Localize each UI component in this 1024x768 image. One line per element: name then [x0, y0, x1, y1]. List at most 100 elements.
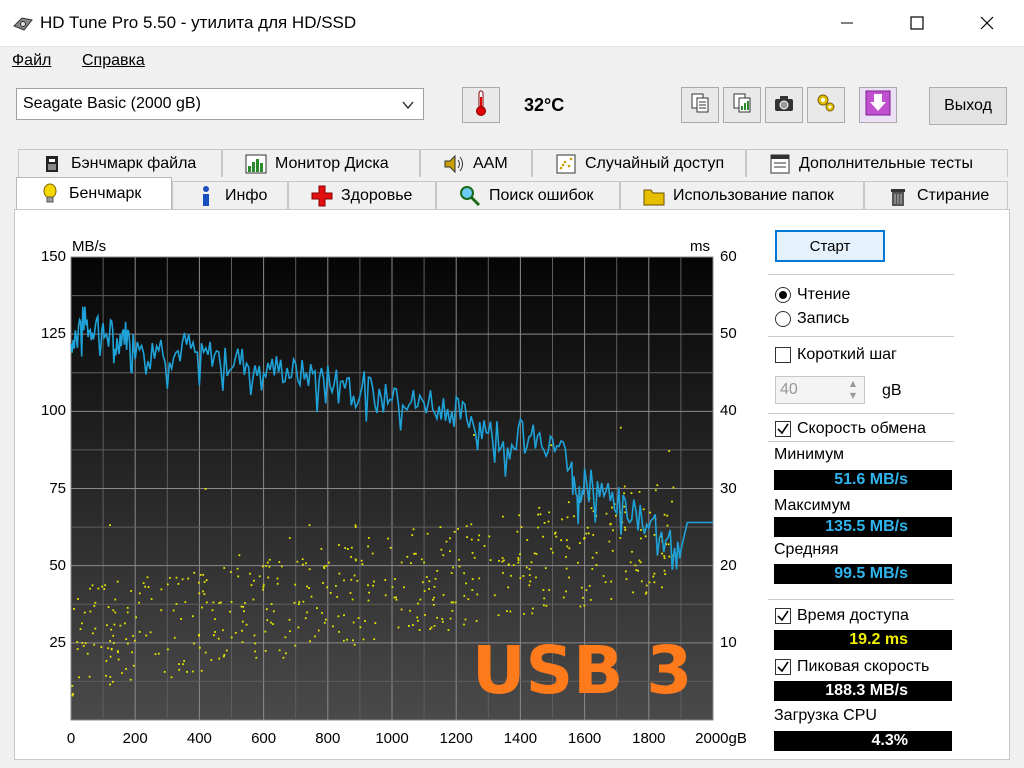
x-tick-label: 800 — [315, 730, 341, 747]
tab-aam[interactable]: AAM — [420, 149, 532, 177]
radio-unselected — [775, 311, 791, 327]
menu-help[interactable]: Справка — [82, 52, 145, 70]
random-access-icon — [555, 153, 577, 175]
copy-graph-button[interactable] — [723, 87, 761, 123]
divider — [768, 413, 954, 414]
read-radio[interactable]: Чтение — [775, 286, 850, 304]
divider — [768, 441, 954, 442]
tab-error-scan[interactable]: Поиск ошибок — [436, 181, 620, 209]
burst-rate-label: Пиковая скорость — [797, 658, 930, 675]
checkbox-unchecked — [775, 347, 791, 363]
tab-benchmark[interactable]: Бенчмарк — [16, 177, 172, 209]
y-axis-unit: MB/s — [72, 238, 107, 255]
x-tick-label: 1600 — [567, 730, 602, 747]
checkbox-checked — [775, 608, 791, 624]
cpu-value: 4.3% — [774, 731, 952, 751]
x-tick-label: 0 — [66, 730, 76, 747]
x-tick-label: 2000gB — [695, 730, 747, 747]
short-stroke-unit: gB — [882, 382, 902, 399]
x-tick-label: 1800 — [632, 730, 666, 747]
y-tick-label: 150 — [40, 248, 66, 265]
x-tick-label: 400 — [186, 730, 212, 747]
radio-selected — [775, 287, 791, 303]
hdtune-app-icon — [12, 14, 33, 32]
copy-graph-icon — [731, 92, 753, 118]
spin-up-icon[interactable]: ▲ — [844, 378, 862, 390]
transfer-rate-label: Скорость обмена — [797, 420, 926, 437]
cpu-label: Загрузка CPU — [774, 707, 877, 724]
window-title: HD Tune Pro 5.50 - утилита для HD/SSD — [40, 13, 357, 32]
title-bar: HD Tune Pro 5.50 - утилита для HD/SSD — [0, 0, 1024, 47]
divider — [768, 336, 954, 337]
folder-icon — [643, 185, 665, 207]
max-label: Максимум — [774, 497, 851, 514]
wrench-gear-icon — [814, 91, 838, 119]
spin-down-icon[interactable]: ▼ — [844, 390, 862, 402]
y2-tick-label: 30 — [720, 479, 737, 497]
tab-label: Случайный доступ — [585, 154, 725, 172]
tab-label: Инфо — [225, 186, 268, 204]
tab-label: Здоровье — [341, 186, 413, 204]
temperature-button[interactable] — [462, 87, 500, 123]
y-tick-label: 100 — [40, 402, 66, 420]
x-tick-label: 1200 — [439, 730, 473, 747]
avg-value: 99.5 MB/s — [774, 564, 952, 584]
y-tick-label: 50 — [49, 556, 66, 574]
access-time-checkbox[interactable]: Время доступа — [775, 607, 909, 625]
tab-health[interactable]: Здоровье — [288, 181, 436, 209]
burst-rate-checkbox[interactable]: Пиковая скорость — [775, 658, 929, 676]
y2-axis-unit: ms — [690, 238, 710, 255]
tab-label: Поиск ошибок — [489, 186, 594, 204]
tab-label: Монитор Диска — [275, 154, 389, 172]
options-button[interactable] — [807, 87, 845, 123]
checkbox-checked — [775, 659, 791, 675]
min-value: 51.6 MB/s — [774, 470, 952, 490]
copy-text-icon — [689, 92, 711, 118]
exit-button[interactable]: Выход — [929, 87, 1007, 125]
tab-extra-tests[interactable]: Дополнительные тесты — [746, 149, 1008, 177]
short-stroke-spinner[interactable]: 40 ▲ ▼ — [775, 376, 865, 404]
tab-disk-monitor[interactable]: Монитор Диска — [222, 149, 420, 177]
access-time-label: Время доступа — [797, 607, 909, 624]
close-button[interactable] — [964, 0, 1010, 46]
menu-file[interactable]: Файл — [12, 52, 51, 70]
tab-label: AAM — [473, 154, 508, 172]
access-time-value: 19.2 ms — [774, 630, 952, 650]
chevron-down-icon — [401, 97, 415, 116]
x-tick-label: 200 — [122, 730, 148, 747]
drive-select[interactable]: Seagate Basic (2000 gB) — [16, 88, 424, 120]
short-stroke-value: 40 — [780, 381, 798, 398]
tab-folder-usage[interactable]: Использование папок — [620, 181, 864, 209]
read-radio-label: Чтение — [797, 286, 851, 303]
minimize-button[interactable] — [824, 0, 870, 46]
tab-erase[interactable]: Стирание — [864, 181, 1008, 209]
tab-random-access[interactable]: Случайный доступ — [532, 149, 746, 177]
maximize-button[interactable] — [894, 0, 940, 46]
divider — [768, 274, 954, 275]
tab-label: Бэнчмарк файла — [71, 154, 197, 172]
extra-tests-icon — [769, 153, 791, 175]
file-benchmark-icon — [41, 153, 63, 175]
y2-tick-label: 40 — [720, 402, 737, 420]
tab-info[interactable]: Инфо — [172, 181, 288, 209]
divider — [768, 599, 954, 600]
y2-tick-label: 60 — [720, 248, 737, 265]
avg-label: Средняя — [774, 541, 839, 558]
start-button[interactable]: Старт — [775, 230, 885, 262]
screenshot-button[interactable] — [765, 87, 803, 123]
checkbox-checked — [775, 421, 791, 437]
transfer-rate-checkbox[interactable]: Скорость обмена — [775, 420, 926, 438]
short-stroke-label: Короткий шаг — [797, 346, 897, 363]
write-radio[interactable]: Запись — [775, 310, 850, 328]
y2-tick-label: 20 — [720, 556, 737, 574]
short-stroke-checkbox[interactable]: Короткий шаг — [775, 346, 897, 364]
tab-label: Дополнительные тесты — [799, 154, 973, 172]
camera-icon — [773, 92, 795, 118]
copy-text-button[interactable] — [681, 87, 719, 123]
usb3-watermark: USB 3 — [472, 632, 693, 709]
max-value: 135.5 MB/s — [774, 517, 952, 537]
tab-file-benchmark[interactable]: Бэнчмарк файла — [18, 149, 222, 177]
save-download-button[interactable] — [859, 87, 897, 123]
menu-bar: Файл Справка — [0, 47, 1024, 75]
x-tick-label: 600 — [251, 730, 277, 747]
